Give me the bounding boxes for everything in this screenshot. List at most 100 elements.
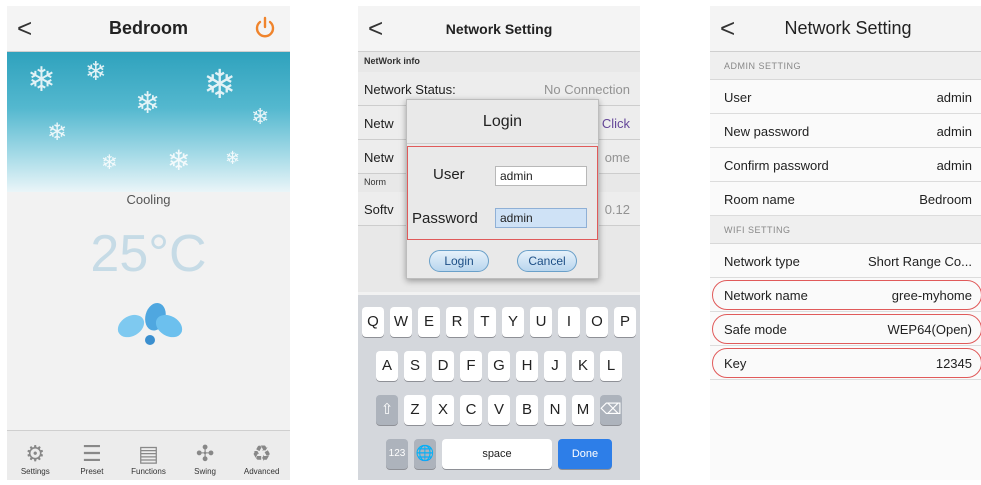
key[interactable]: H xyxy=(516,351,538,381)
key[interactable]: Z xyxy=(404,395,426,425)
tab-label: Functions xyxy=(131,467,166,476)
row-label: Network type xyxy=(724,254,800,269)
snowflake-icon: ❄ xyxy=(203,63,237,107)
key[interactable]: B xyxy=(516,395,538,425)
row-value: admin xyxy=(936,158,972,173)
login-dialog: Login User admin Password admin Login Ca… xyxy=(406,99,599,279)
list-row-new-password[interactable]: New password admin xyxy=(710,114,981,148)
key[interactable]: S xyxy=(404,351,426,381)
key[interactable]: R xyxy=(446,307,468,337)
key[interactable]: F xyxy=(460,351,482,381)
row-label: User xyxy=(724,90,752,105)
key[interactable]: E xyxy=(418,307,440,337)
page-title: Network Setting xyxy=(445,21,553,37)
tab-functions[interactable]: ▤ Functions xyxy=(120,431,177,480)
row-label: Confirm password xyxy=(724,158,829,173)
page-title: Network Setting xyxy=(784,18,912,38)
snowflake-icon: ❄ xyxy=(27,61,56,99)
key[interactable]: Q xyxy=(362,307,384,337)
snowflake-icon: ❄ xyxy=(101,152,118,174)
tab-label: Settings xyxy=(20,467,50,476)
tab-label: Preset xyxy=(80,467,104,476)
list-row-user[interactable]: User admin xyxy=(710,80,981,114)
nav-bar: < Network Setting xyxy=(358,6,640,52)
temperature-display: 25°C xyxy=(90,225,207,283)
list-row-confirm-password[interactable]: Confirm password admin xyxy=(710,148,981,182)
fan-icon[interactable] xyxy=(115,302,185,377)
done-key[interactable]: Done xyxy=(558,439,612,469)
tab-swing[interactable]: ✣ Swing xyxy=(177,431,234,480)
tab-advanced[interactable]: ♻ Advanced xyxy=(233,431,290,480)
cancel-button[interactable]: Cancel xyxy=(517,250,577,272)
gear-icon: ⚙ xyxy=(25,441,46,466)
key[interactable]: M xyxy=(572,395,594,425)
key[interactable]: N xyxy=(544,395,566,425)
snowflake-icon: ❄ xyxy=(135,87,161,120)
dialog-title: Login xyxy=(407,100,598,144)
page-title: Bedroom xyxy=(108,18,188,38)
section-label: ADMIN SETTING xyxy=(724,61,802,71)
section-label: WIFI SETTING xyxy=(724,225,791,235)
key[interactable]: X xyxy=(432,395,454,425)
key[interactable]: Y xyxy=(502,307,524,337)
keyboard-row: 123 🌐 space Done xyxy=(358,439,640,469)
mode-label: Cooling xyxy=(126,192,171,207)
password-input[interactable]: admin xyxy=(495,208,587,228)
nav-bar: < Network Setting xyxy=(710,6,981,52)
shift-key[interactable]: ⇧ xyxy=(376,395,398,425)
globe-icon: 🌐 xyxy=(415,445,435,462)
tab-preset[interactable]: ☰ Preset xyxy=(64,431,121,480)
power-icon[interactable] xyxy=(252,15,278,46)
row-value: admin xyxy=(936,90,972,105)
key[interactable]: I xyxy=(558,307,580,337)
key[interactable]: T xyxy=(474,307,496,337)
tab-settings[interactable]: ⚙ Settings xyxy=(7,431,64,480)
swing-icon: ✣ xyxy=(195,441,215,466)
key[interactable]: P xyxy=(614,307,636,337)
tab-label: Advanced xyxy=(243,467,280,476)
space-key[interactable]: space xyxy=(442,439,552,469)
user-input[interactable]: admin xyxy=(495,166,587,186)
login-button[interactable]: Login xyxy=(429,250,489,272)
network-login-screen: < Network Setting NetWork info Network S… xyxy=(358,6,640,480)
key[interactable]: L xyxy=(600,351,622,381)
row-value: admin xyxy=(936,124,972,139)
bedroom-screen: < Bedroom ❄ ❄ ❄ ❄ ❄ ❄ ❄ ❄ ❄ Cooling 25°C… xyxy=(7,6,290,480)
shift-icon: ⇧ xyxy=(380,401,394,418)
snowflake-banner: ❄ ❄ ❄ ❄ ❄ ❄ ❄ ❄ ❄ xyxy=(7,52,290,192)
recycle-icon: ♻ xyxy=(251,441,272,466)
key[interactable]: J xyxy=(544,351,566,381)
snowflake-icon: ❄ xyxy=(85,56,107,86)
key[interactable]: U xyxy=(530,307,552,337)
list-row-network-type[interactable]: Network type Short Range Co... xyxy=(710,244,981,278)
key-highlight xyxy=(712,348,981,378)
keyboard: Q W E R T Y U I O P A S D F G H J K L ⇧ … xyxy=(358,295,640,480)
section-header-wifi: WIFI SETTING xyxy=(710,216,981,244)
password-label: Password xyxy=(412,210,478,227)
keyboard-row: A S D F G H J K L xyxy=(358,351,640,381)
numbers-key[interactable]: 123 xyxy=(386,439,408,469)
key[interactable]: D xyxy=(432,351,454,381)
row-value: Bedroom xyxy=(919,192,972,207)
network-name-highlight xyxy=(712,280,981,310)
snowflake-icon: ❄ xyxy=(47,119,68,146)
key[interactable]: A xyxy=(376,351,398,381)
snowflake-icon: ❄ xyxy=(225,148,241,168)
key[interactable]: K xyxy=(572,351,594,381)
section-header-admin: ADMIN SETTING xyxy=(710,52,981,80)
backspace-key[interactable]: ⌫ xyxy=(600,395,622,425)
bottom-tab-bar: ⚙ Settings ☰ Preset ▤ Functions ✣ Swing … xyxy=(7,430,290,480)
key[interactable]: V xyxy=(488,395,510,425)
row-label: New password xyxy=(724,124,810,139)
key[interactable]: O xyxy=(586,307,608,337)
key[interactable]: G xyxy=(488,351,510,381)
globe-key[interactable]: 🌐 xyxy=(414,439,436,469)
backspace-icon: ⌫ xyxy=(600,401,622,418)
snowflake-icon: ❄ xyxy=(167,145,191,176)
key[interactable]: C xyxy=(460,395,482,425)
list-row-room-name[interactable]: Room name Bedroom xyxy=(710,182,981,216)
network-setting-screen: < Network Setting ADMIN SETTING User adm… xyxy=(710,6,981,480)
key[interactable]: W xyxy=(390,307,412,337)
user-label: User xyxy=(433,166,465,183)
keyboard-row: ⇧ Z X C V B N M ⌫ xyxy=(358,395,640,425)
